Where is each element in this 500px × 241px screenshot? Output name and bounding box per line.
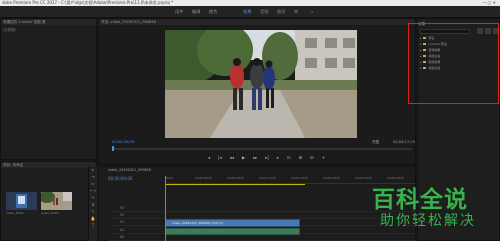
program-duration: 00;00;17;13 <box>393 140 415 144</box>
ripple-edit-tool-icon[interactable]: ⇔ <box>89 180 97 187</box>
selection-tool-icon[interactable]: ▸ <box>89 166 97 173</box>
track-label: A2 <box>120 235 125 239</box>
play-button[interactable]: ▶ <box>242 155 245 161</box>
video-preview <box>165 30 357 138</box>
thumb-image-1 <box>6 192 37 210</box>
ruler-tick: 00;00;08;00 <box>227 176 245 180</box>
program-scrubber[interactable] <box>112 148 412 150</box>
ruler-tick: 00;00;16;00 <box>291 176 309 180</box>
add-button[interactable]: + <box>321 155 325 161</box>
step-forward-button[interactable]: ▸▸ <box>253 155 257 161</box>
workspace-tab-audio[interactable]: 音频 <box>260 9 268 15</box>
ruler-tick: 00;00;20;00 <box>323 176 341 180</box>
program-playhead[interactable] <box>112 146 114 151</box>
workspace-tab-effects[interactable]: 效果 <box>243 9 251 15</box>
transport-controls: ◂ |◂ ◂◂ ▶ ▸▸ ▸| ▸ ⊡ ⊞ ⊟ + <box>208 155 325 161</box>
project-panel-tab[interactable]: 项目: 未命名 <box>1 162 96 168</box>
slip-tool-icon[interactable]: ⧄ <box>89 201 97 208</box>
source-empty-label: (无剪辑) <box>3 28 16 32</box>
watermark: 百科全说 助你轻松解决 <box>366 180 496 238</box>
timeline-playhead[interactable] <box>165 176 166 241</box>
annotation-highlight-box <box>408 23 499 104</box>
thumb-image-2 <box>41 192 72 210</box>
track-label: V2 <box>120 213 125 217</box>
video-clip-label: video_20190311_090848.mp4 [V] <box>172 221 223 225</box>
ruler-tick: 00;00;04;00 <box>195 176 213 180</box>
mark-in-button[interactable]: ◂ <box>208 155 210 161</box>
type-tool-icon[interactable]: T <box>89 222 97 229</box>
go-to-out-button[interactable]: ▸| <box>265 155 269 161</box>
fit-dropdown[interactable]: 完整 <box>372 140 379 145</box>
export-frame-button[interactable]: ⊟ <box>310 155 314 161</box>
track-label: V1 <box>120 220 125 224</box>
project-thumb-2[interactable] <box>41 192 72 210</box>
project-item-label-1: video_2019... <box>6 211 27 215</box>
ruler-tick: 00;00 <box>165 176 174 180</box>
track-label: A1 <box>120 228 125 232</box>
track-label: V3 <box>120 206 125 210</box>
workspace-tab-libraries[interactable]: 库 <box>294 9 298 15</box>
watermark-slogan: 助你轻松解决 <box>380 213 476 229</box>
video-frame-image <box>165 30 357 138</box>
source-panel: 效果控件 Lumetri 范围 源 (无剪辑) <box>0 18 97 160</box>
timeline-sequence-tab[interactable]: video_20190311_090848 <box>108 168 151 172</box>
workspace-tab-color[interactable]: 颜色 <box>209 9 217 15</box>
extract-button[interactable]: ⊞ <box>298 155 302 161</box>
window-title: dobe Premiere Pro CC 2017 - C:\用户\dgs\文档… <box>2 0 174 5</box>
pen-tool-icon[interactable]: ✎ <box>89 208 97 215</box>
rate-stretch-tool-icon[interactable]: ⟷ <box>89 187 97 194</box>
project-item-label-2: video_2019... <box>41 211 62 215</box>
workspace-more[interactable]: » <box>311 9 314 14</box>
mark-out-button[interactable]: ▸ <box>277 155 279 161</box>
program-timecode[interactable]: 00;00;00;00 <box>112 140 134 144</box>
workspace-tab-assembly[interactable]: 组件 <box>175 9 183 15</box>
program-monitor-tab[interactable]: 节目: video_20190311_090848 <box>99 19 415 25</box>
timeline-timecode[interactable]: 00;00;00;00 <box>108 176 132 181</box>
project-thumb-1[interactable] <box>6 192 37 210</box>
audio-clip[interactable] <box>165 228 300 235</box>
workspace-bar: 组件 编辑 颜色 效果 音频 图形 库 » <box>0 6 500 18</box>
workspace-tab-editing[interactable]: 编辑 <box>192 9 200 15</box>
ruler-tick: 00;00;12;00 <box>259 176 277 180</box>
hand-tool-icon[interactable]: ✋ <box>89 215 97 222</box>
watermark-title: 百科全说 <box>372 187 468 213</box>
video-clip[interactable]: video_20190311_090848.mp4 [V] <box>165 219 300 227</box>
tools-panel: ▸ ⇥ ⇔ ⟷ ✂ ⧄ ✎ ✋ T <box>88 166 97 241</box>
workspace-tab-graphics[interactable]: 图形 <box>277 9 285 15</box>
lift-button[interactable]: ⊡ <box>287 155 291 161</box>
work-area-bar[interactable] <box>165 184 305 185</box>
go-to-in-button[interactable]: |◂ <box>218 155 222 161</box>
step-back-button[interactable]: ◂◂ <box>230 155 234 161</box>
track-select-tool-icon[interactable]: ⇥ <box>89 173 97 180</box>
razor-tool-icon[interactable]: ✂ <box>89 194 97 201</box>
